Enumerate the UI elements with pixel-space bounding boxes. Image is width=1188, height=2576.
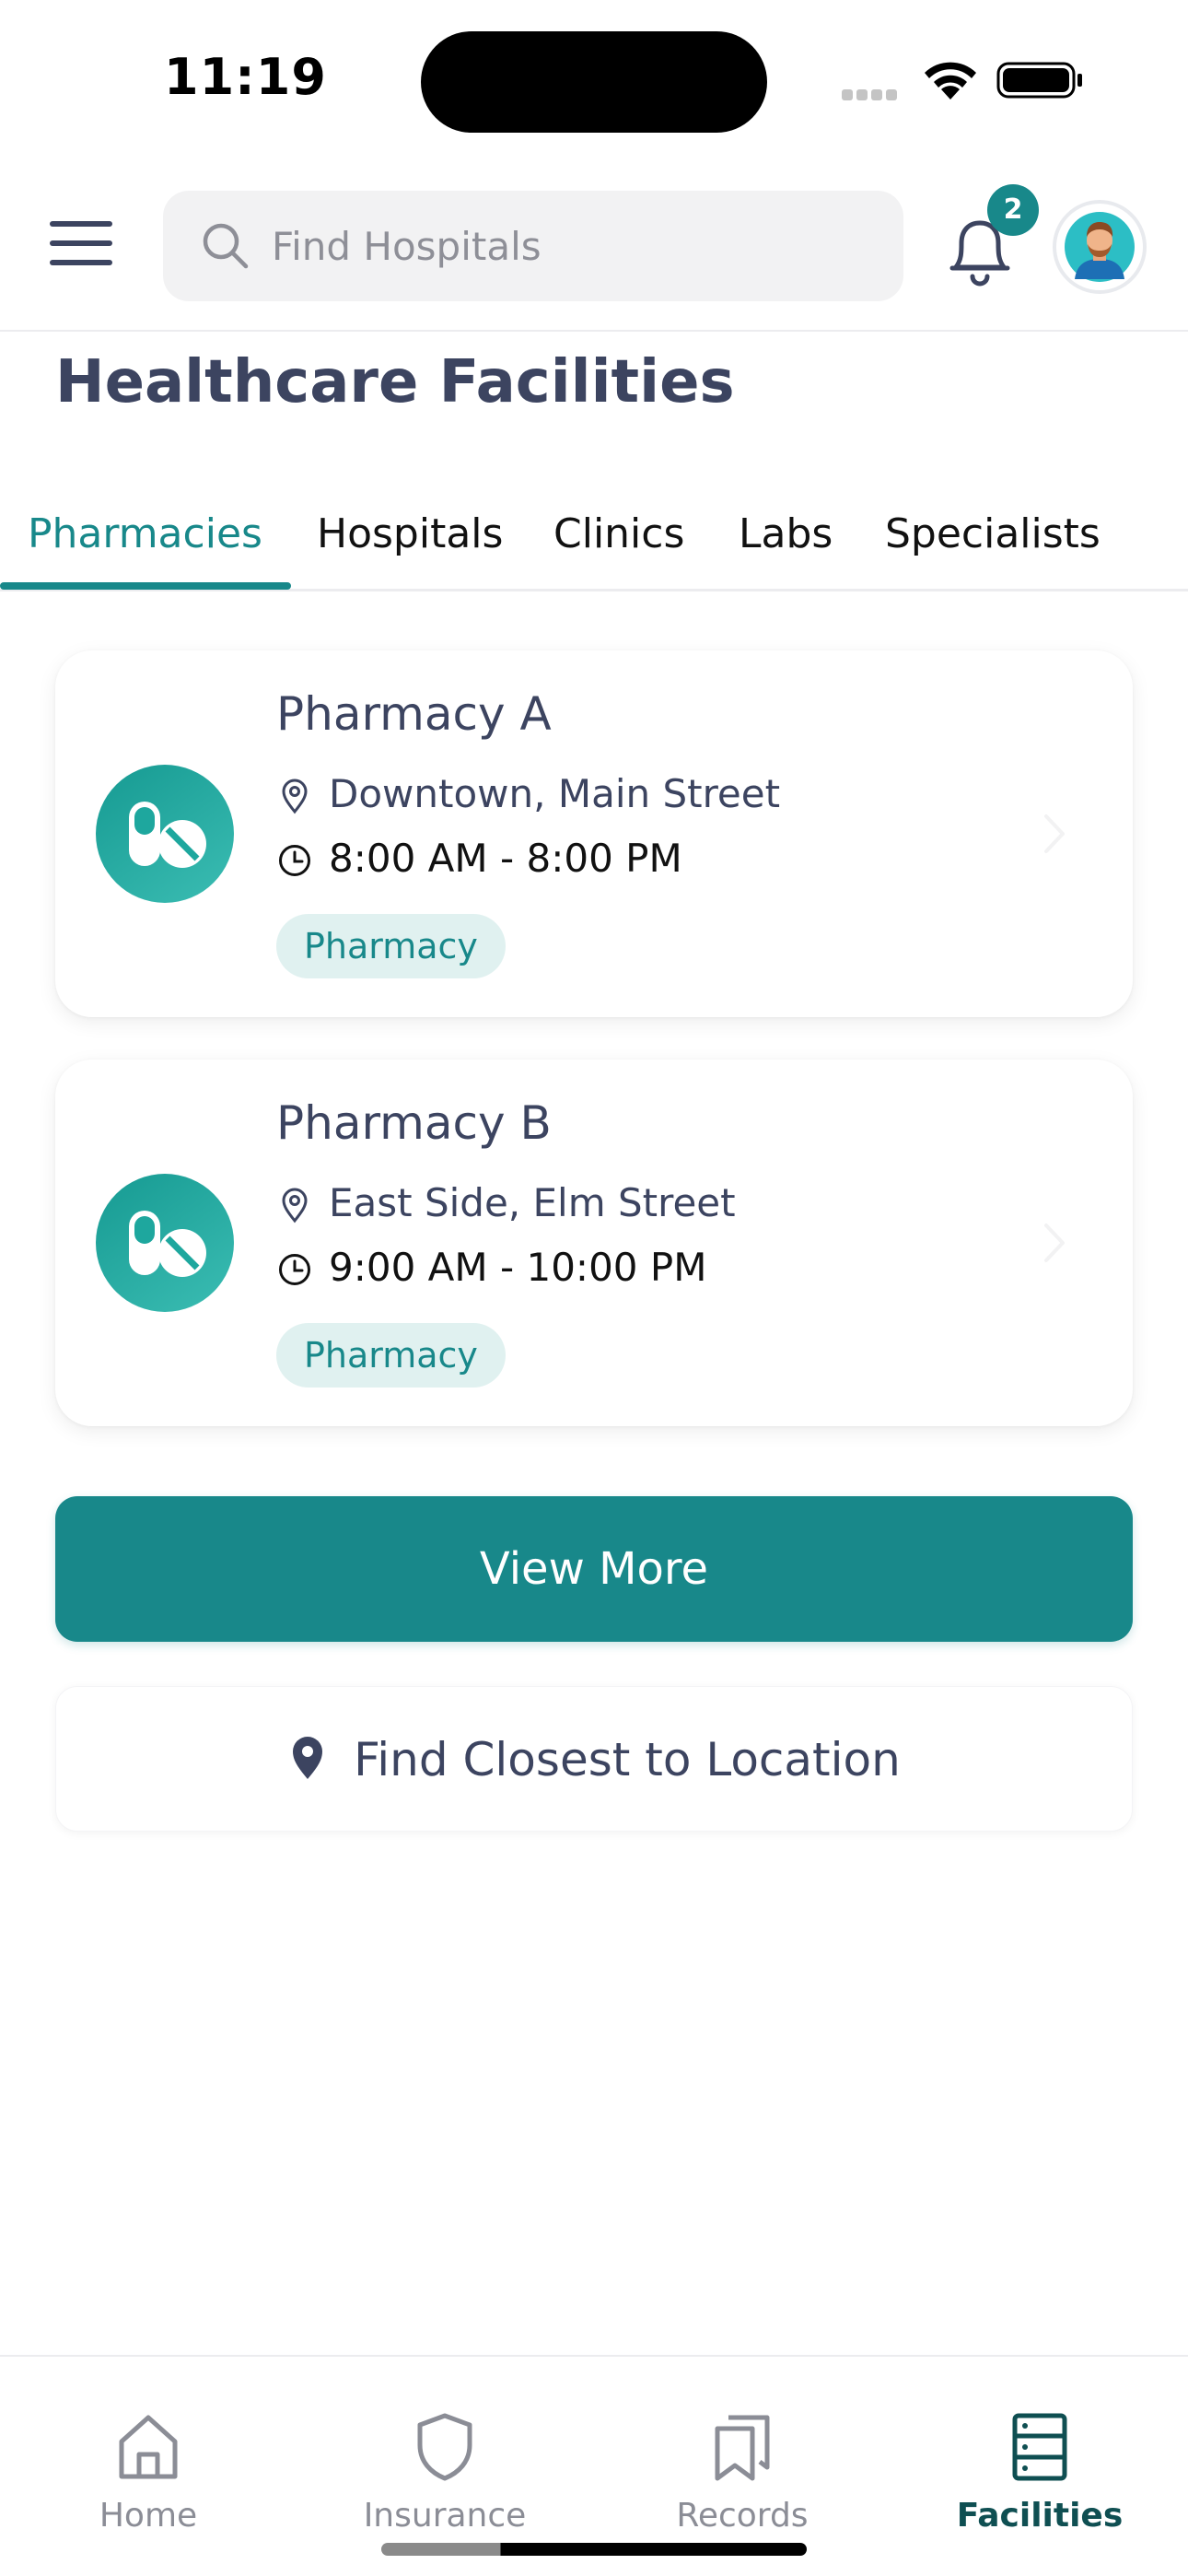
- nav-facilities-label: Facilities: [956, 2497, 1124, 2535]
- search-input[interactable]: [272, 213, 861, 279]
- chevron-right-icon: [1044, 814, 1065, 853]
- nav-facilities[interactable]: Facilities: [891, 2357, 1188, 2576]
- find-closest-content: Find Closest to Location: [56, 1687, 1134, 1832]
- view-more-button[interactable]: View More: [55, 1496, 1133, 1642]
- tab-labs[interactable]: Labs: [739, 498, 833, 571]
- facility-card[interactable]: Pharmacy B East Side, Elm Street 9:00 AM…: [55, 1060, 1133, 1426]
- page-title: Healthcare Facilities: [55, 348, 735, 416]
- facility-card[interactable]: Pharmacy A Downtown, Main Street 8:00 AM…: [55, 650, 1133, 1017]
- status-bar: 11:19: [0, 0, 1188, 157]
- location-pin-icon: [282, 779, 308, 814]
- tab-hospitals[interactable]: Hospitals: [317, 498, 503, 571]
- facility-location-text: Downtown, Main Street: [329, 771, 781, 816]
- chevron-right-icon: [1044, 1224, 1065, 1262]
- facility-hours-text: 9:00 AM - 10:00 PM: [329, 1245, 707, 1290]
- nav-home-label: Home: [99, 2497, 198, 2535]
- tab-pharmacies[interactable]: Pharmacies: [28, 498, 262, 571]
- avatar[interactable]: [1053, 200, 1147, 294]
- find-closest-button[interactable]: Find Closest to Location: [55, 1686, 1133, 1832]
- pills-icon: [96, 765, 234, 903]
- search-box[interactable]: [163, 191, 903, 301]
- battery-icon: [996, 62, 1082, 99]
- find-closest-label: Find Closest to Location: [354, 1733, 901, 1786]
- tab-specialists[interactable]: Specialists: [885, 498, 1101, 571]
- facility-name: Pharmacy A: [276, 687, 552, 741]
- facility-hours-text: 8:00 AM - 8:00 PM: [329, 836, 682, 881]
- facility-location-text: East Side, Elm Street: [329, 1180, 736, 1225]
- pills-icon: [96, 1174, 234, 1312]
- shield-icon: [417, 2413, 472, 2481]
- clock-icon: [279, 1254, 310, 1285]
- cellular-signal-icon: [842, 87, 906, 100]
- facility-name: Pharmacy B: [276, 1096, 552, 1150]
- tab-clinics[interactable]: Clinics: [553, 498, 684, 571]
- map-pin-icon: [293, 1736, 323, 1779]
- clock-icon: [279, 845, 310, 876]
- server-rack-icon: [1012, 2413, 1067, 2481]
- home-indicator[interactable]: [381, 2543, 807, 2556]
- dynamic-island: [421, 31, 767, 133]
- nav-records-label: Records: [676, 2497, 809, 2535]
- bookmarks-icon: [715, 2415, 770, 2481]
- menu-button[interactable]: [50, 221, 112, 269]
- facility-type-badge: Pharmacy: [276, 1323, 506, 1388]
- notification-badge: 2: [987, 184, 1039, 236]
- facility-type-badge: Pharmacy: [276, 914, 506, 978]
- search-icon: [203, 223, 249, 269]
- status-time: 11:19: [164, 48, 327, 106]
- nav-insurance-label: Insurance: [363, 2497, 527, 2535]
- wifi-icon: [925, 62, 976, 100]
- nav-home[interactable]: Home: [0, 2357, 297, 2576]
- doctor-avatar-icon: [1065, 212, 1135, 282]
- home-icon: [119, 2415, 178, 2479]
- facility-tabs: Pharmacies Hospitals Clinics Labs Specia…: [0, 488, 1188, 591]
- location-pin-icon: [282, 1188, 308, 1224]
- top-bar: 2: [0, 157, 1188, 332]
- active-tab-indicator: [0, 582, 291, 590]
